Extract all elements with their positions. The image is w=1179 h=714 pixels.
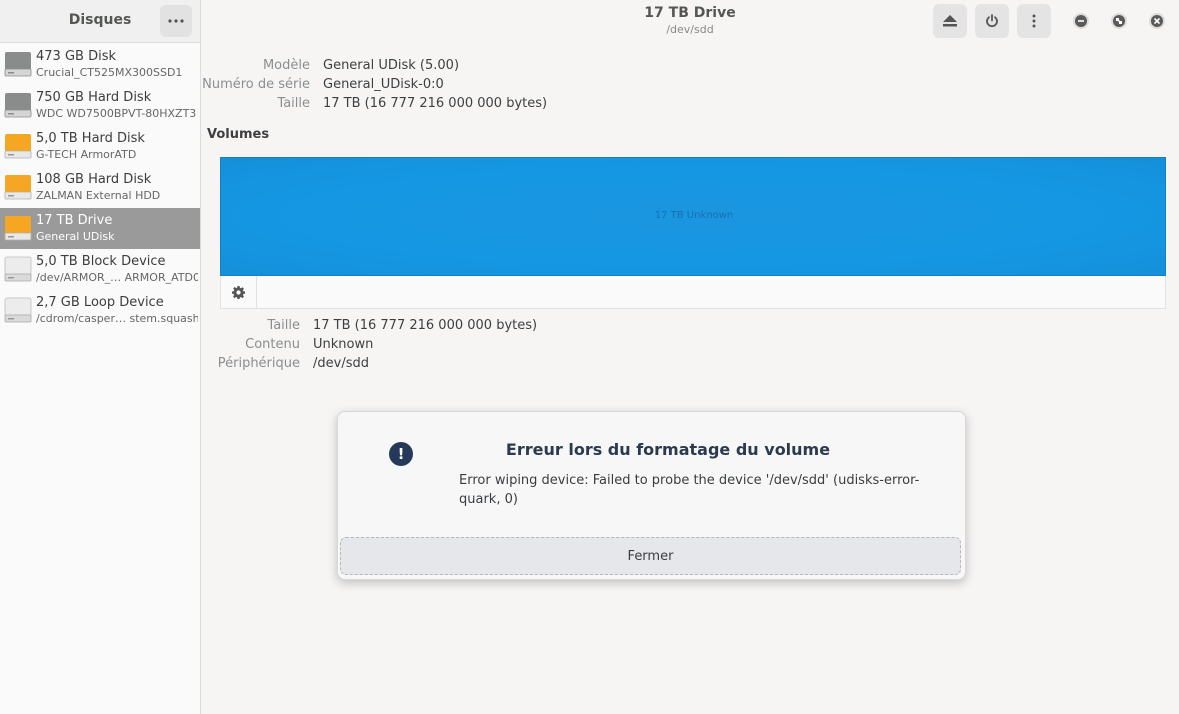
size-label: Taille	[277, 96, 310, 111]
hdd-white-icon	[4, 297, 32, 323]
hdd-orange-icon	[4, 175, 32, 200]
volumes-heading: Volumes	[207, 127, 270, 142]
minimize-icon	[1075, 15, 1087, 27]
disk-model: G-TECH ArmorATD	[36, 148, 137, 161]
restore-icon	[1113, 15, 1125, 27]
dialog-title: Erreur lors du formatage du volume	[505, 440, 831, 459]
vol-device-label: Périphérique	[217, 356, 300, 371]
eject-icon	[943, 15, 957, 27]
disk-item-473gb[interactable]: 473 GB Disk Crucial_CT525MX300SSD1	[0, 44, 200, 85]
sidebar-menu-button[interactable]	[160, 5, 192, 37]
volume-toolbar	[220, 276, 1166, 309]
vol-content-value: Unknown	[313, 337, 374, 352]
disk-name: 473 GB Disk	[36, 49, 116, 64]
disk-item-17tb[interactable]: 17 TB Drive General UDisk	[0, 208, 200, 249]
hdd-orange-icon	[4, 216, 32, 241]
error-dialog: ! Erreur lors du formatage du volume Err…	[337, 411, 966, 580]
disk-list: 473 GB Disk Crucial_CT525MX300SSD1 750 G…	[0, 44, 200, 331]
disk-name: 5,0 TB Hard Disk	[36, 131, 145, 146]
disk-name: 108 GB Hard Disk	[36, 172, 152, 187]
serial-value: General_UDisk-0:0	[323, 77, 444, 92]
minimize-button[interactable]	[1073, 13, 1089, 29]
vol-content-label: Contenu	[245, 337, 300, 352]
drive-menu-button[interactable]	[1017, 4, 1051, 38]
vol-size-label: Taille	[267, 318, 300, 333]
disk-item-5tb-hard[interactable]: 5,0 TB Hard Disk G-TECH ArmorATD	[0, 126, 200, 167]
volume-label: 17 TB Unknown	[654, 210, 734, 221]
serial-label: Numéro de série	[202, 77, 310, 92]
disk-model: /dev/ARMOR_… ARMOR_ATD00	[36, 271, 198, 284]
disk-item-loop[interactable]: 2,7 GB Loop Device /cdrom/casper… stem.s…	[0, 290, 200, 331]
disk-name: 2,7 GB Loop Device	[36, 295, 164, 310]
power-icon	[986, 14, 998, 28]
more-dots-icon	[168, 19, 184, 23]
error-icon: !	[389, 442, 413, 466]
close-dialog-button[interactable]: Fermer	[340, 537, 961, 575]
model-value: General UDisk (5.00)	[323, 58, 460, 73]
hdd-orange-icon	[4, 134, 32, 159]
disk-model: WDC WD7500BPVT-80HXZT3	[36, 107, 197, 120]
hdd-white-icon	[4, 256, 32, 282]
vol-device-value: /dev/sdd	[313, 356, 369, 371]
sidebar: Disques 473 GB Disk Crucial_CT525MX300SS…	[0, 0, 201, 714]
gear-icon	[232, 285, 245, 299]
size-value: 17 TB (16 777 216 000 000 bytes)	[323, 96, 548, 111]
disk-name: 5,0 TB Block Device	[36, 254, 166, 269]
disks-window: Disques 473 GB Disk Crucial_CT525MX300SS…	[0, 0, 1179, 714]
disk-model: Crucial_CT525MX300SSD1	[36, 66, 183, 79]
close-button[interactable]	[1149, 13, 1165, 29]
disk-item-108gb[interactable]: 108 GB Hard Disk ZALMAN External HDD	[0, 167, 200, 208]
disk-model: /cdrom/casper… stem.squashfs	[36, 312, 198, 325]
restore-button[interactable]	[1111, 13, 1127, 29]
disk-model: ZALMAN External HDD	[36, 189, 161, 202]
dialog-message: Error wiping device: Failed to probe the…	[459, 473, 920, 507]
menu-vertical-icon	[1032, 14, 1036, 28]
vol-size-value: 17 TB (16 777 216 000 000 bytes)	[313, 318, 538, 333]
power-button[interactable]	[975, 4, 1009, 38]
volume-settings-button[interactable]	[221, 276, 257, 308]
hdd-gray-icon	[4, 93, 32, 118]
disk-item-750gb[interactable]: 750 GB Hard Disk WDC WD7500BPVT-80HXZT3	[0, 85, 200, 126]
disk-model: General UDisk	[36, 230, 115, 243]
close-icon	[1151, 15, 1163, 27]
disk-name: 750 GB Hard Disk	[36, 90, 152, 105]
hdd-gray-icon	[4, 52, 32, 77]
sidebar-header: Disques	[0, 0, 200, 43]
volume-partition[interactable]: 17 TB Unknown	[220, 157, 1166, 276]
model-label: Modèle	[262, 58, 310, 73]
eject-button[interactable]	[933, 4, 967, 38]
header-bar: 17 TB Drive /dev/sdd	[201, 0, 1179, 42]
disk-name: 17 TB Drive	[36, 213, 113, 228]
disk-item-5tb-block[interactable]: 5,0 TB Block Device /dev/ARMOR_… ARMOR_A…	[0, 249, 200, 290]
